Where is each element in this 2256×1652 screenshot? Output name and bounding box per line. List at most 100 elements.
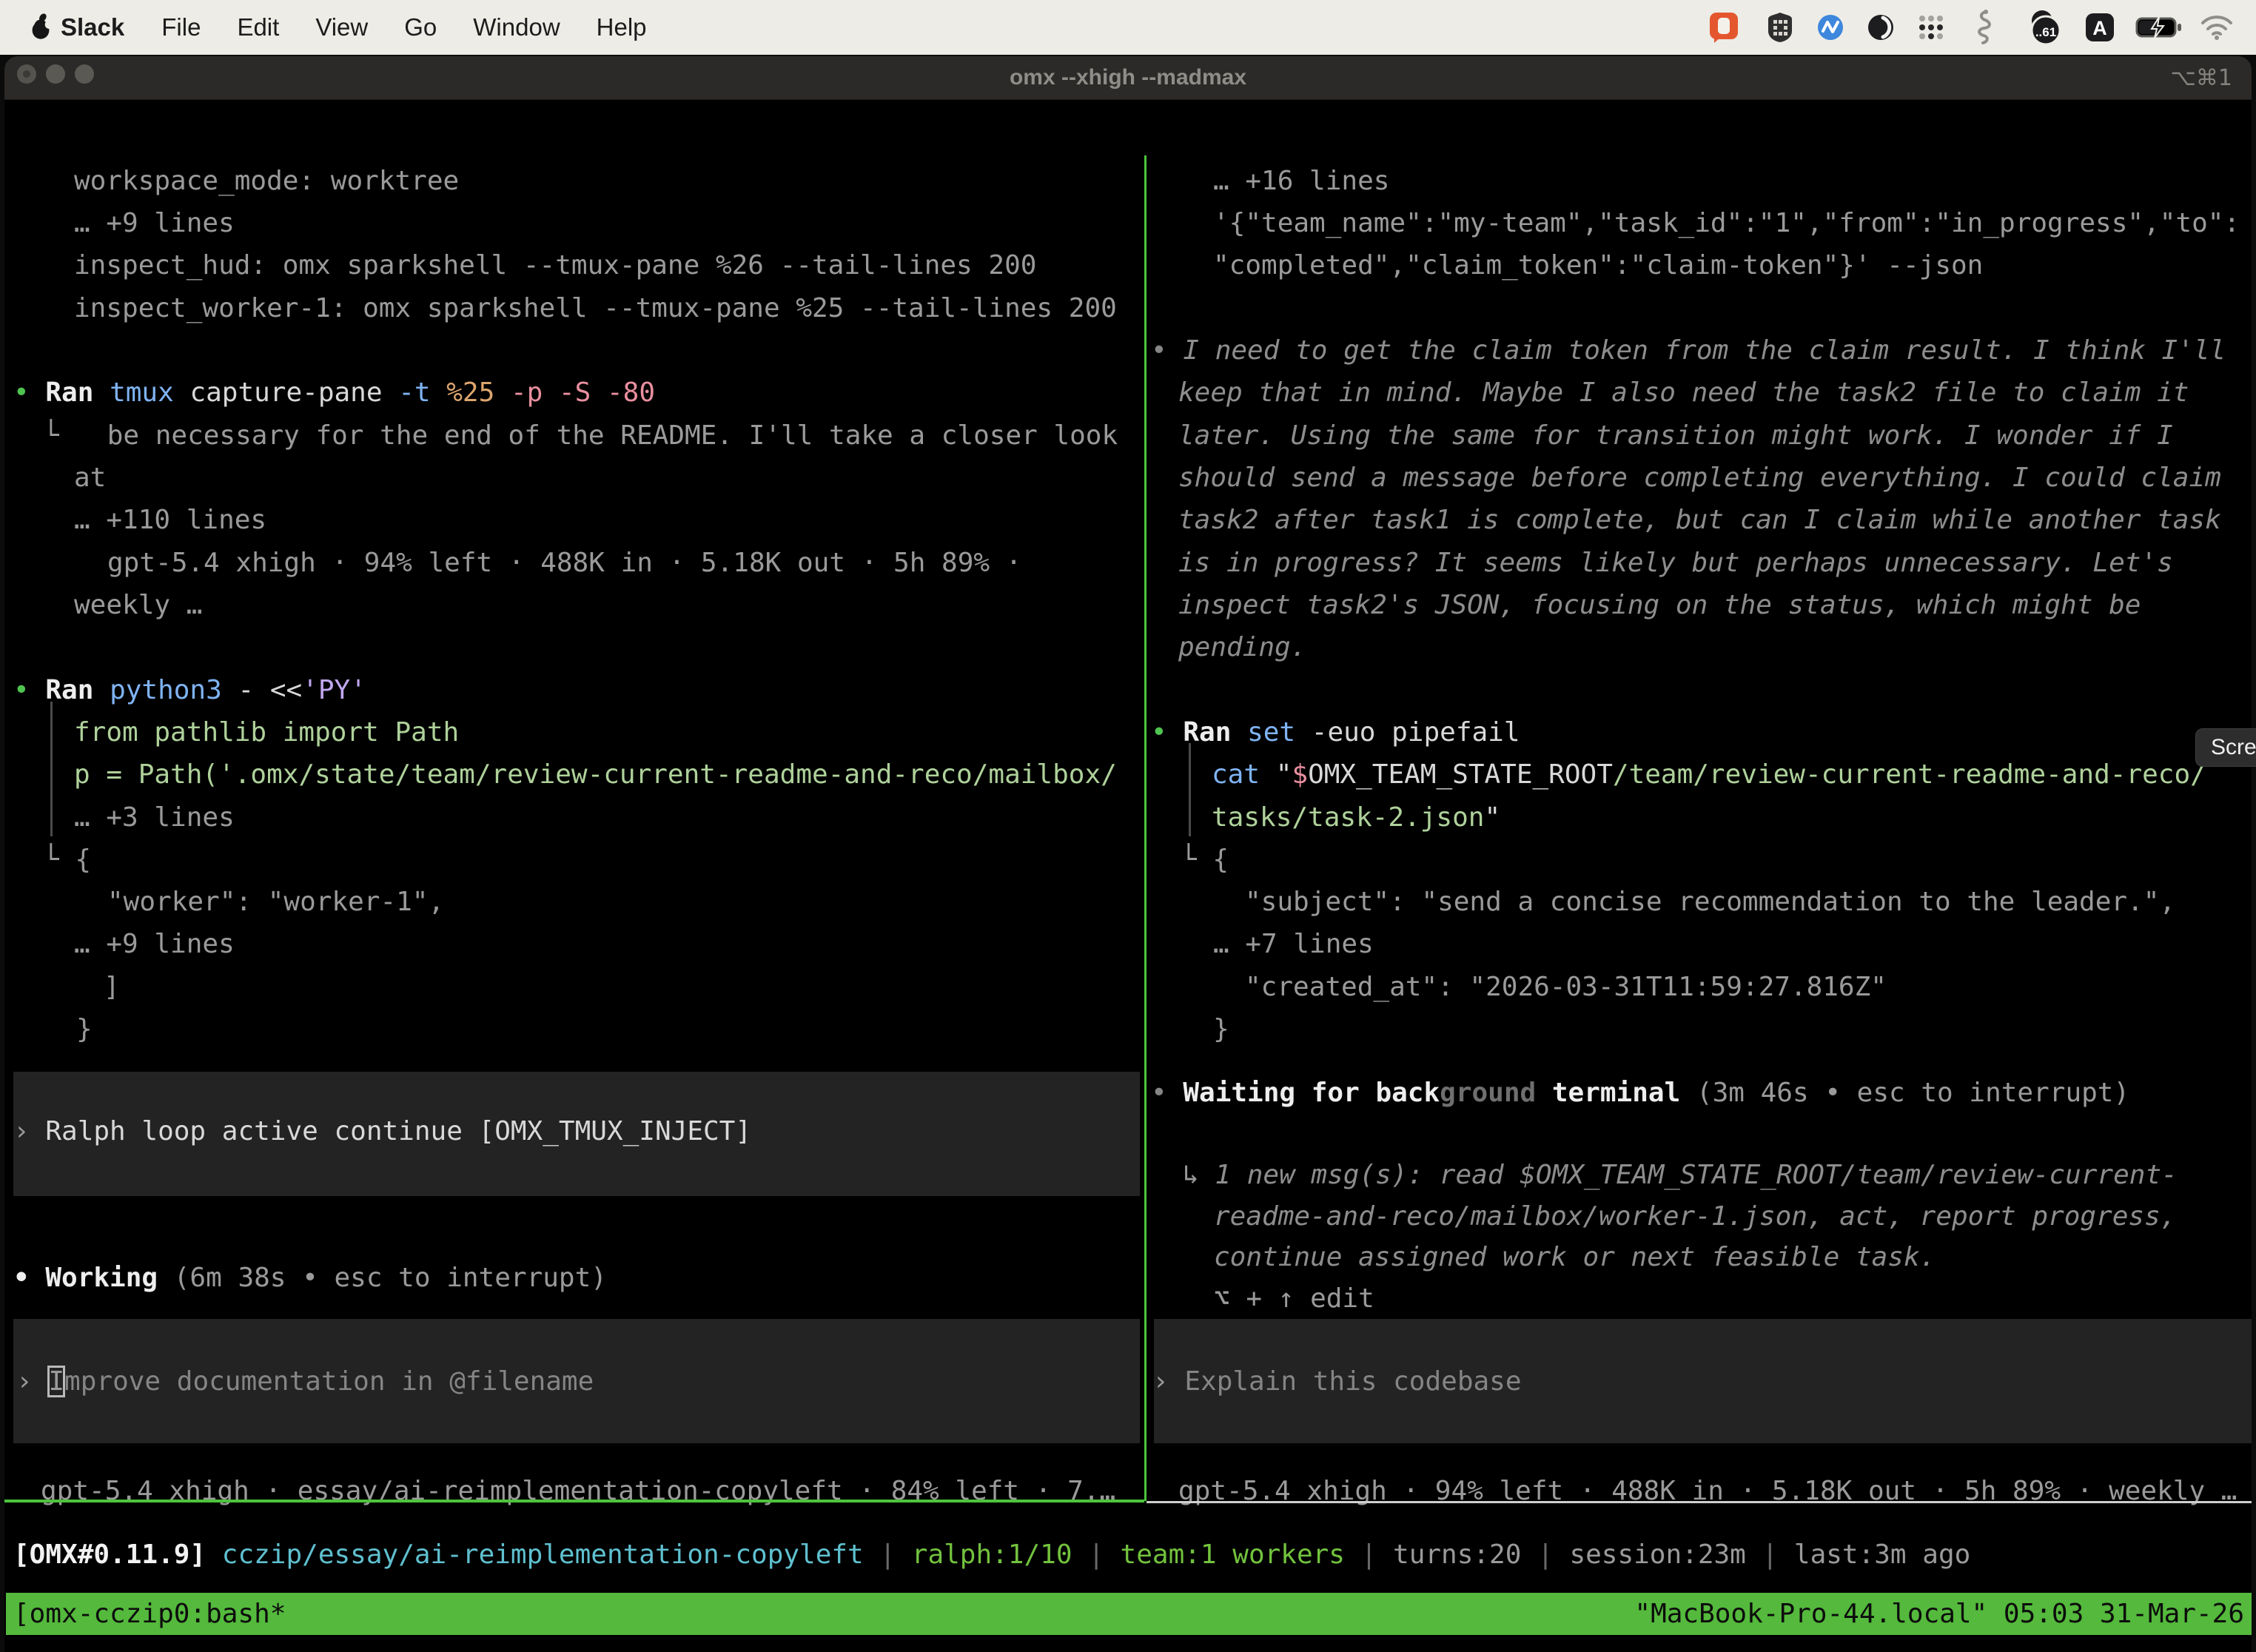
menu-app-name[interactable]: Slack bbox=[53, 13, 132, 41]
text-segment: cat bbox=[1212, 759, 1276, 790]
terminal-line: inspect_worker-1: omx sparkshell --tmux-… bbox=[74, 287, 1117, 329]
text-segment: OMX_TEAM_STATE_ROOT bbox=[1308, 759, 1613, 790]
wifi-icon[interactable] bbox=[2195, 6, 2238, 49]
text-segment: is in progress? It seems likely but perh… bbox=[1178, 548, 2173, 578]
text-segment: inspect_hud: omx sparkshell --tmux-pane … bbox=[74, 250, 1036, 281]
terminal-line: } bbox=[1213, 1008, 1229, 1050]
blue-bolt-icon[interactable] bbox=[1809, 6, 1852, 49]
terminal-line: "completed","claim_token":"claim-token"}… bbox=[1213, 244, 1983, 286]
text-segment: 'PY' bbox=[302, 675, 366, 705]
text-segment: "created_at": "2026-03-31T11:59:27.816Z" bbox=[1245, 972, 1887, 1002]
text-segment: (3m 46s • esc to interrupt) bbox=[1680, 1078, 2129, 1108]
terminal-line: } bbox=[76, 1008, 93, 1050]
menu-go[interactable]: Go bbox=[397, 13, 444, 41]
text-segment: └ bbox=[1181, 845, 1212, 875]
model-status-line: gpt-5.4 xhigh · 94% left · 488K in · 5.1… bbox=[1178, 1470, 2237, 1512]
menu-edit[interactable]: Edit bbox=[229, 13, 286, 41]
text-segment: • bbox=[13, 1263, 45, 1293]
terminal-line: pending. bbox=[1178, 626, 1306, 668]
text-segment: … +9 lines bbox=[74, 929, 235, 959]
terminal-line: should send a message before completing … bbox=[1178, 457, 2221, 499]
tmux-session-label[interactable]: [omx-cczip0:bash* bbox=[13, 1599, 286, 1629]
terminal-line: └ be necessary for the end of the README… bbox=[43, 414, 1118, 457]
terminal-line: readme-and-reco/mailbox/worker-1.json, a… bbox=[1214, 1195, 2176, 1238]
terminal-line: continue assigned work or next feasible … bbox=[1214, 1236, 1936, 1278]
text-segment: Ran bbox=[45, 675, 110, 705]
menu-help[interactable]: Help bbox=[589, 13, 654, 41]
squiggle-icon[interactable] bbox=[1963, 6, 2006, 49]
menu-file[interactable]: File bbox=[154, 13, 208, 41]
right-input-text: › Explain this codebase bbox=[1152, 1360, 1522, 1403]
text-segment: readme-and-reco/mailbox/worker-1.json, a… bbox=[1214, 1201, 2176, 1232]
text-segment: weekly … bbox=[74, 590, 202, 620]
omx-version: [OMX#0.11.9] bbox=[13, 1539, 206, 1570]
terminal-line: "subject": "send a concise recommendatio… bbox=[1245, 881, 2175, 923]
text-segment: << bbox=[270, 675, 302, 705]
text-segment: I need to get the claim token from the c… bbox=[1183, 335, 2226, 366]
prompt-chevron: › bbox=[13, 1116, 45, 1146]
terminal-line: ] bbox=[104, 966, 120, 1008]
terminal-line: cat "$OMX_TEAM_STATE_ROOT/team/review-cu… bbox=[1212, 753, 2206, 796]
prompt-chevron: › bbox=[1152, 1366, 1184, 1397]
badge-text: ..61 bbox=[2035, 25, 2056, 39]
text-segment: … +110 lines bbox=[74, 505, 266, 535]
run-bullet: • bbox=[13, 675, 45, 705]
input-placeholder: Explain this codebase bbox=[1184, 1366, 1521, 1397]
right-pane-bottom-border bbox=[1147, 1501, 2252, 1503]
text-segment: └ bbox=[43, 845, 75, 875]
dark-crescent-icon[interactable] bbox=[1859, 6, 1902, 49]
ralph-counter: ralph:1/10 bbox=[912, 1539, 1072, 1570]
battery-charging-icon[interactable] bbox=[2133, 6, 2185, 49]
working-status: • Working (6m 38s • esc to interrupt) bbox=[13, 1257, 607, 1299]
run-bullet: • bbox=[1151, 717, 1183, 748]
menu-view[interactable]: View bbox=[308, 13, 375, 41]
text-segment: Ran bbox=[45, 377, 110, 408]
command-line: • Ran python3 - <<'PY' bbox=[13, 669, 366, 711]
text-segment: -euo pipefail bbox=[1312, 717, 1520, 748]
text-segment: ] bbox=[104, 972, 120, 1002]
text-segment: Working bbox=[45, 1263, 158, 1293]
text-segment: • bbox=[1151, 335, 1183, 366]
text-cursor: I bbox=[48, 1366, 64, 1397]
dots-grid-icon[interactable] bbox=[1910, 6, 1953, 49]
badge-61-icon[interactable]: ..61 bbox=[2019, 6, 2068, 49]
mailbox-notice: ↳ 1 new msg(s): read $OMX_TEAM_STATE_ROO… bbox=[1183, 1154, 2178, 1196]
terminal-window: omx --xhigh --madmax ⌥⌘1 workspace_mode:… bbox=[4, 56, 2252, 1652]
text-segment: from pathlib import Path bbox=[74, 717, 459, 748]
edit-hint: ⌥ + ↑ edit bbox=[1214, 1277, 1374, 1320]
keyboard-a-icon[interactable]: A bbox=[2078, 6, 2121, 49]
text-segment: { bbox=[75, 845, 91, 875]
desktop: Slack File Edit View Go Window Help bbox=[0, 0, 2256, 1652]
text-segment: } bbox=[76, 1014, 93, 1044]
text-segment: { bbox=[1212, 845, 1229, 875]
window-title-bar: omx --xhigh --madmax ⌥⌘1 bbox=[4, 56, 2252, 100]
text-segment: gpt-5.4 xhigh · 94% left · 488K in · 5.1… bbox=[107, 548, 1021, 578]
text-segment: | bbox=[864, 1539, 912, 1570]
prompt-chevron: › bbox=[16, 1366, 48, 1397]
turns-counter: turns:20 bbox=[1393, 1539, 1521, 1570]
apple-menu-icon[interactable] bbox=[28, 13, 53, 42]
terminal-line: └ { bbox=[1181, 839, 1229, 881]
screen-record-icon[interactable] bbox=[1702, 6, 1745, 49]
text-segment: be necessary for the end of the README. … bbox=[107, 420, 1118, 451]
text-segment: edit bbox=[1294, 1283, 1374, 1314]
command-line: • Ran tmux capture-pane -t %25 -p -S -80 bbox=[13, 372, 655, 414]
terminal-line: … +110 lines bbox=[74, 499, 266, 541]
left-code-rule bbox=[50, 702, 53, 836]
model-status-line: gpt-5.4 xhigh · essay/ai-reimplementatio… bbox=[41, 1470, 1115, 1512]
session-time: session:23m bbox=[1569, 1539, 1745, 1570]
text-segment: continue assigned work or next feasible … bbox=[1214, 1242, 1936, 1272]
text-segment: '{"team_name":"my-team","task_id":"1","f… bbox=[1213, 208, 2240, 238]
text-segment: (6m 38s • esc to interrupt) bbox=[158, 1263, 607, 1293]
text-segment: | bbox=[1521, 1539, 1569, 1570]
terminal-content: workspace_mode: worktree … +9 lines inspec… bbox=[4, 155, 2252, 1652]
text-segment: keep that in mind. Maybe I also need the… bbox=[1178, 377, 2189, 408]
text-segment bbox=[1199, 1160, 1215, 1190]
menu-bar: Slack File Edit View Go Window Help bbox=[0, 0, 2256, 55]
text-segment: Waiting for back bbox=[1183, 1078, 1440, 1108]
terminal-line: workspace_mode: worktree bbox=[74, 160, 459, 202]
menu-window[interactable]: Window bbox=[466, 13, 567, 41]
left-input-text: › Improve documentation in @filename bbox=[16, 1360, 594, 1403]
text-segment: tmux bbox=[110, 377, 189, 408]
shield-grid-icon[interactable] bbox=[1759, 6, 1802, 49]
